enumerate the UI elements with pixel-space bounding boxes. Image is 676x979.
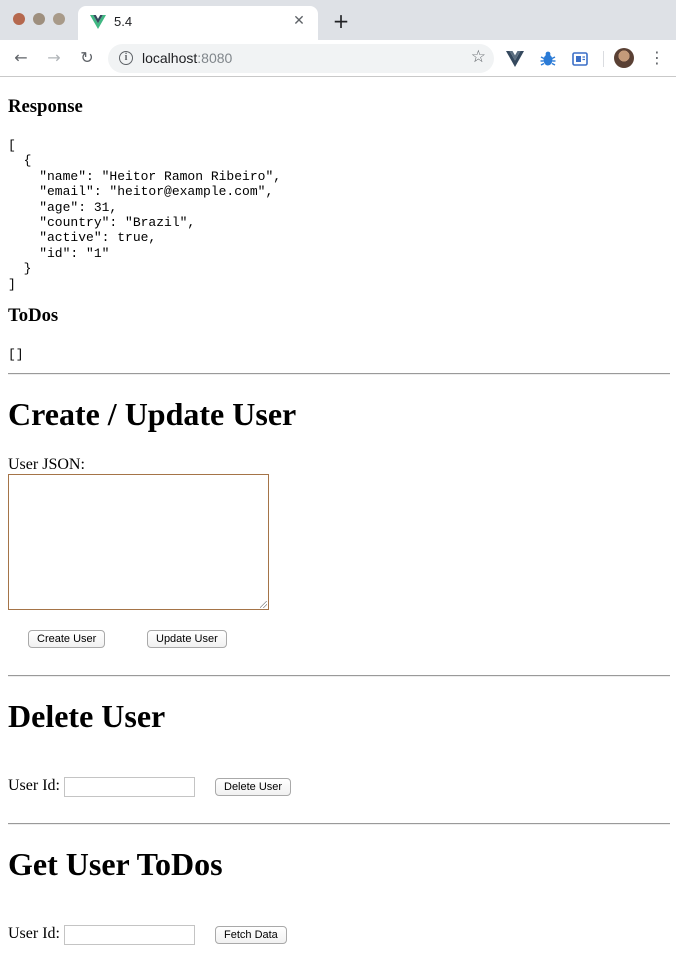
get-user-todos-heading: Get User ToDos <box>8 846 223 882</box>
delete-user-button[interactable]: Delete User <box>215 778 292 796</box>
todos-json: [] <box>8 347 24 362</box>
delete-user-id-input[interactable] <box>64 777 195 797</box>
url-host: localhost <box>142 50 198 66</box>
bookmark-star-icon[interactable]: ☆ <box>471 47 486 67</box>
divider <box>8 675 670 677</box>
update-user-button[interactable]: Update User <box>147 630 227 648</box>
url-text: localhost:8080 <box>142 50 232 66</box>
todos-heading: ToDos <box>8 305 59 326</box>
response-json: [ { "name": "Heitor Ramon Ribeiro", "ema… <box>8 138 282 292</box>
tab-title: 5.4 <box>114 14 133 29</box>
user-json-textarea[interactable] <box>8 474 269 610</box>
bug-icon[interactable] <box>539 50 557 68</box>
divider <box>8 373 670 375</box>
tab-close-icon[interactable]: ✕ <box>290 12 308 30</box>
fetch-data-button[interactable]: Fetch Data <box>215 926 287 944</box>
todos-user-id-label: User Id: <box>8 925 60 942</box>
vue-logo-icon <box>90 15 106 29</box>
window-minimize-button[interactable] <box>33 13 45 25</box>
extension-box-icon[interactable] <box>571 50 589 68</box>
toolbar-divider <box>603 51 604 67</box>
user-json-label: User JSON: <box>8 456 85 473</box>
tab-strip: 5.4 ✕ + <box>0 0 676 40</box>
browser-toolbar: ← → ↻ i localhost:8080 ☆ ⋮ <box>0 40 676 77</box>
back-arrow-icon[interactable]: ← <box>9 46 33 70</box>
reload-icon[interactable]: ↻ <box>75 46 99 70</box>
todos-user-id-input[interactable] <box>64 925 195 945</box>
delete-user-heading: Delete User <box>8 698 166 734</box>
new-tab-icon[interactable]: + <box>330 10 352 32</box>
address-bar[interactable]: i localhost:8080 ☆ <box>108 44 494 73</box>
response-heading: Response <box>8 96 83 117</box>
create-update-heading: Create / Update User <box>8 396 297 432</box>
browser-tab[interactable]: 5.4 ✕ <box>78 6 318 40</box>
info-icon[interactable]: i <box>119 51 133 65</box>
delete-user-id-label: User Id: <box>8 777 60 794</box>
forward-arrow-icon[interactable]: → <box>42 46 66 70</box>
divider <box>8 823 670 825</box>
create-user-button[interactable]: Create User <box>28 630 106 648</box>
profile-avatar[interactable] <box>614 48 634 68</box>
menu-kebab-icon[interactable]: ⋮ <box>648 47 666 69</box>
vue-devtools-icon[interactable] <box>506 50 524 68</box>
resize-grip-icon[interactable] <box>260 601 267 608</box>
window-maximize-button[interactable] <box>53 13 65 25</box>
window-close-button[interactable] <box>13 13 25 25</box>
url-port: :8080 <box>197 50 233 66</box>
